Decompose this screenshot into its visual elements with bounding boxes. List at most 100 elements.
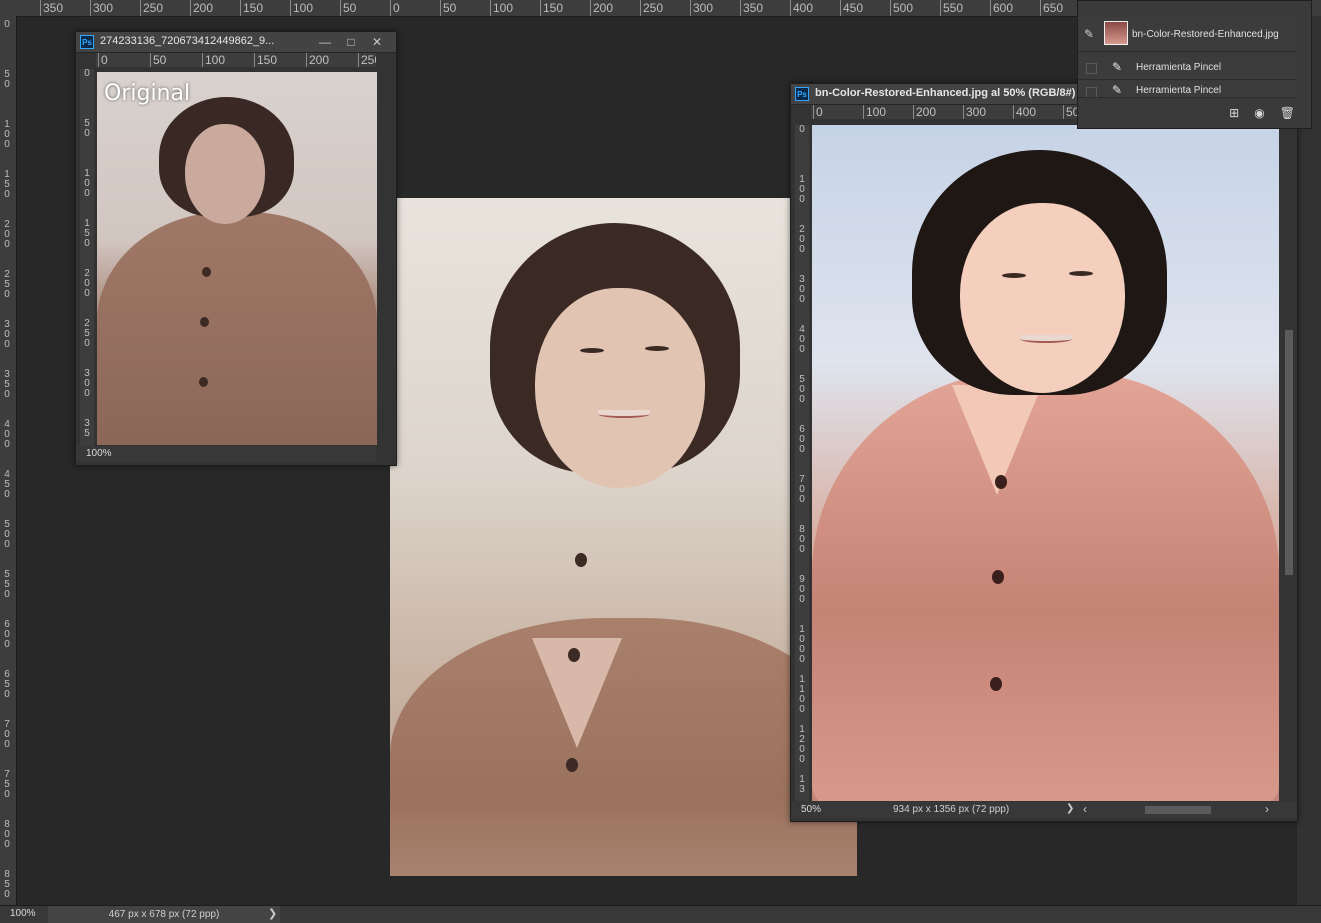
workspace-top-ruler-tick: 350 [40, 0, 63, 16]
history-item-label: Herramienta Pincel [1136, 85, 1222, 96]
workspace-top-ruler-tick: 200 [190, 0, 213, 16]
workspace-left-ruler-tick: 7 5 0 [4, 769, 10, 800]
photo-button-1 [575, 553, 587, 567]
workspace-left-ruler: 0 5 0 1 0 0 1 5 0 2 0 0 2 5 0 3 0 0 3 5 0 4 0 0 4… [0, 16, 17, 906]
enhanced-left-ruler-tick: 6 0 0 [799, 424, 805, 455]
workspace-top-ruler-tick: 500 [890, 0, 913, 16]
horizontal-scroll-thumb[interactable] [1145, 806, 1211, 814]
workspace-left-ruler-tick: 6 5 0 [4, 669, 10, 700]
enhanced-top-ruler-tick: 300 [963, 105, 986, 119]
original-left-ruler-tick: 2 0 0 [84, 268, 90, 299]
enhanced-top-ruler-tick: 100 [863, 105, 886, 119]
enhanced-vertical-scroll-thumb[interactable] [1285, 330, 1293, 575]
photo-mouth [598, 410, 650, 418]
workspace-top-ruler-tick: 600 [990, 0, 1013, 16]
workspace-left-ruler-tick: 8 0 0 [4, 819, 10, 850]
photo-eye-right [645, 346, 669, 351]
original-left-ruler: 0 5 0 1 0 0 1 5 0 2 0 0 2 5 0 3 0 0 3 5 [80, 69, 94, 446]
photoshop-icon: Ps [795, 87, 809, 101]
workspace-zoom-level[interactable]: 100% [10, 908, 36, 919]
enhanced-top-ruler-tick: 0 [813, 105, 823, 119]
enhanced-left-ruler-tick: 1 2 0 0 [799, 724, 805, 765]
history-checkbox[interactable] [1086, 87, 1097, 97]
enhanced-vertical-scrollbar[interactable] [1283, 125, 1295, 801]
workspace-top-ruler-tick: 250 [140, 0, 163, 16]
camera-icon[interactable]: ◉ [1254, 106, 1264, 120]
snapshot-brush-icon[interactable]: ✎ [1084, 27, 1094, 41]
workspace-status-bar: 100% 467 px x 678 px (72 ppp) ❯ [0, 905, 1321, 923]
enhanced-left-ruler-tick: 8 0 0 [799, 524, 805, 555]
photo-body [390, 618, 857, 876]
workspace-top-ruler-tick: 50 [440, 0, 456, 16]
enhanced-document-window[interactable]: Ps bn-Color-Restored-Enhanced.jpg al 50%… [790, 83, 1298, 822]
photo-button-3 [566, 758, 578, 772]
workspace-top-ruler-tick: 150 [240, 0, 263, 16]
enhanced-photo-button [990, 677, 1002, 691]
scroll-left-arrow[interactable]: ‹ [1083, 802, 1087, 816]
enhanced-status-arrow[interactable]: ❯ [1066, 803, 1074, 814]
scroll-right-arrow[interactable]: › [1265, 802, 1269, 816]
workspace-top-ruler-tick: 250 [640, 0, 663, 16]
workspace-left-ruler-tick: 1 5 0 [4, 169, 10, 200]
workspace-top-ruler-tick: 150 [540, 0, 563, 16]
maximize-button[interactable]: □ [338, 33, 364, 51]
workspace-top-ruler-tick: 300 [690, 0, 713, 16]
workspace-left-ruler-tick: 7 0 0 [4, 719, 10, 750]
enhanced-dimensions: 934 px x 1356 px (72 ppp) [893, 804, 1010, 815]
close-button[interactable]: ✕ [364, 33, 390, 51]
enhanced-left-ruler-tick: 1 0 0 [799, 174, 805, 205]
enhanced-left-ruler-tick: 2 0 0 [799, 224, 805, 255]
brush-icon: ✎ [1112, 83, 1123, 97]
enhanced-photo-button [992, 570, 1004, 584]
workspace-left-ruler-tick: 8 5 0 [4, 869, 10, 900]
history-checkbox[interactable] [1086, 63, 1097, 74]
enhanced-left-ruler-tick: 1 0 0 0 [799, 624, 805, 665]
workspace-left-ruler-tick: 5 5 0 [4, 569, 10, 600]
original-top-ruler-tick: 150 [254, 53, 277, 67]
enhanced-photo-button [995, 475, 1007, 489]
workspace-status-arrow[interactable]: ❯ [268, 907, 277, 920]
original-top-ruler: 0 50 100 150 200 250 [96, 53, 376, 67]
enhanced-left-ruler-tick: 1 3 [799, 774, 805, 795]
original-photo-body [97, 212, 377, 445]
workspace-top-ruler-tick: 650 [1040, 0, 1063, 16]
original-top-ruler-tick: 100 [202, 53, 225, 67]
original-top-ruler-tick: 200 [306, 53, 329, 67]
original-photo: Original [97, 72, 377, 445]
workspace-left-ruler-tick: 6 0 0 [4, 619, 10, 650]
workspace-left-ruler-tick: 4 5 0 [4, 469, 10, 500]
history-item[interactable]: ✎ Herramienta Pincel [1078, 81, 1296, 98]
enhanced-status-bar: 50% 934 px x 1356 px (72 ppp) ❯ ‹ › [791, 802, 1297, 818]
original-document-window[interactable]: Ps 274233136_720673412449862_9... — □ ✕ 0 5… [75, 31, 397, 466]
workspace-dimensions: 467 px x 678 px (72 ppp) [48, 906, 280, 923]
original-window-titlebar[interactable]: Ps 274233136_720673412449862_9... — □ ✕ [76, 32, 396, 53]
history-item[interactable]: ✎ Herramienta Pincel [1078, 57, 1296, 80]
original-photo-face [185, 124, 265, 224]
enhanced-window-title: bn-Color-Restored-Enhanced.jpg al 50% (R… [815, 87, 1076, 99]
original-zoom-level[interactable]: 100% [86, 448, 112, 459]
enhanced-left-ruler-tick: 1 1 0 0 [799, 674, 805, 715]
workspace-left-ruler-tick: 2 0 0 [4, 219, 10, 250]
trash-icon[interactable]: 🗑 [1280, 106, 1295, 120]
history-snapshot-row[interactable]: ✎ bn-Color-Restored-Enhanced.jpg [1078, 17, 1296, 52]
workspace-top-ruler-tick: 400 [790, 0, 813, 16]
workspace-vertical-scrollbar[interactable] [1297, 16, 1321, 906]
enhanced-top-ruler-tick: 400 [1013, 105, 1036, 119]
history-panel[interactable]: ✎ bn-Color-Restored-Enhanced.jpg ✎ Herra… [1077, 0, 1312, 129]
new-document-icon[interactable]: ⊞ [1229, 106, 1239, 120]
workspace-top-ruler-tick: 100 [490, 0, 513, 16]
original-left-ruler-tick: 2 5 0 [84, 318, 90, 349]
workspace-left-ruler-tick: 0 [4, 19, 10, 30]
photo-face [535, 288, 705, 488]
minimize-button[interactable]: — [312, 33, 338, 51]
enhanced-left-ruler-tick: 0 [799, 125, 805, 135]
enhanced-zoom-level[interactable]: 50% [801, 804, 821, 815]
enhanced-eye-right [1069, 271, 1093, 276]
brush-icon: ✎ [1112, 60, 1123, 74]
workspace-top-ruler-tick: 200 [590, 0, 613, 16]
workspace-top-ruler-tick: 100 [290, 0, 313, 16]
workspace-left-ruler-tick: 3 5 0 [4, 369, 10, 400]
original-left-ruler-tick: 1 5 0 [84, 218, 90, 249]
workspace-top-ruler-tick: 450 [840, 0, 863, 16]
original-photo-button [202, 267, 211, 277]
